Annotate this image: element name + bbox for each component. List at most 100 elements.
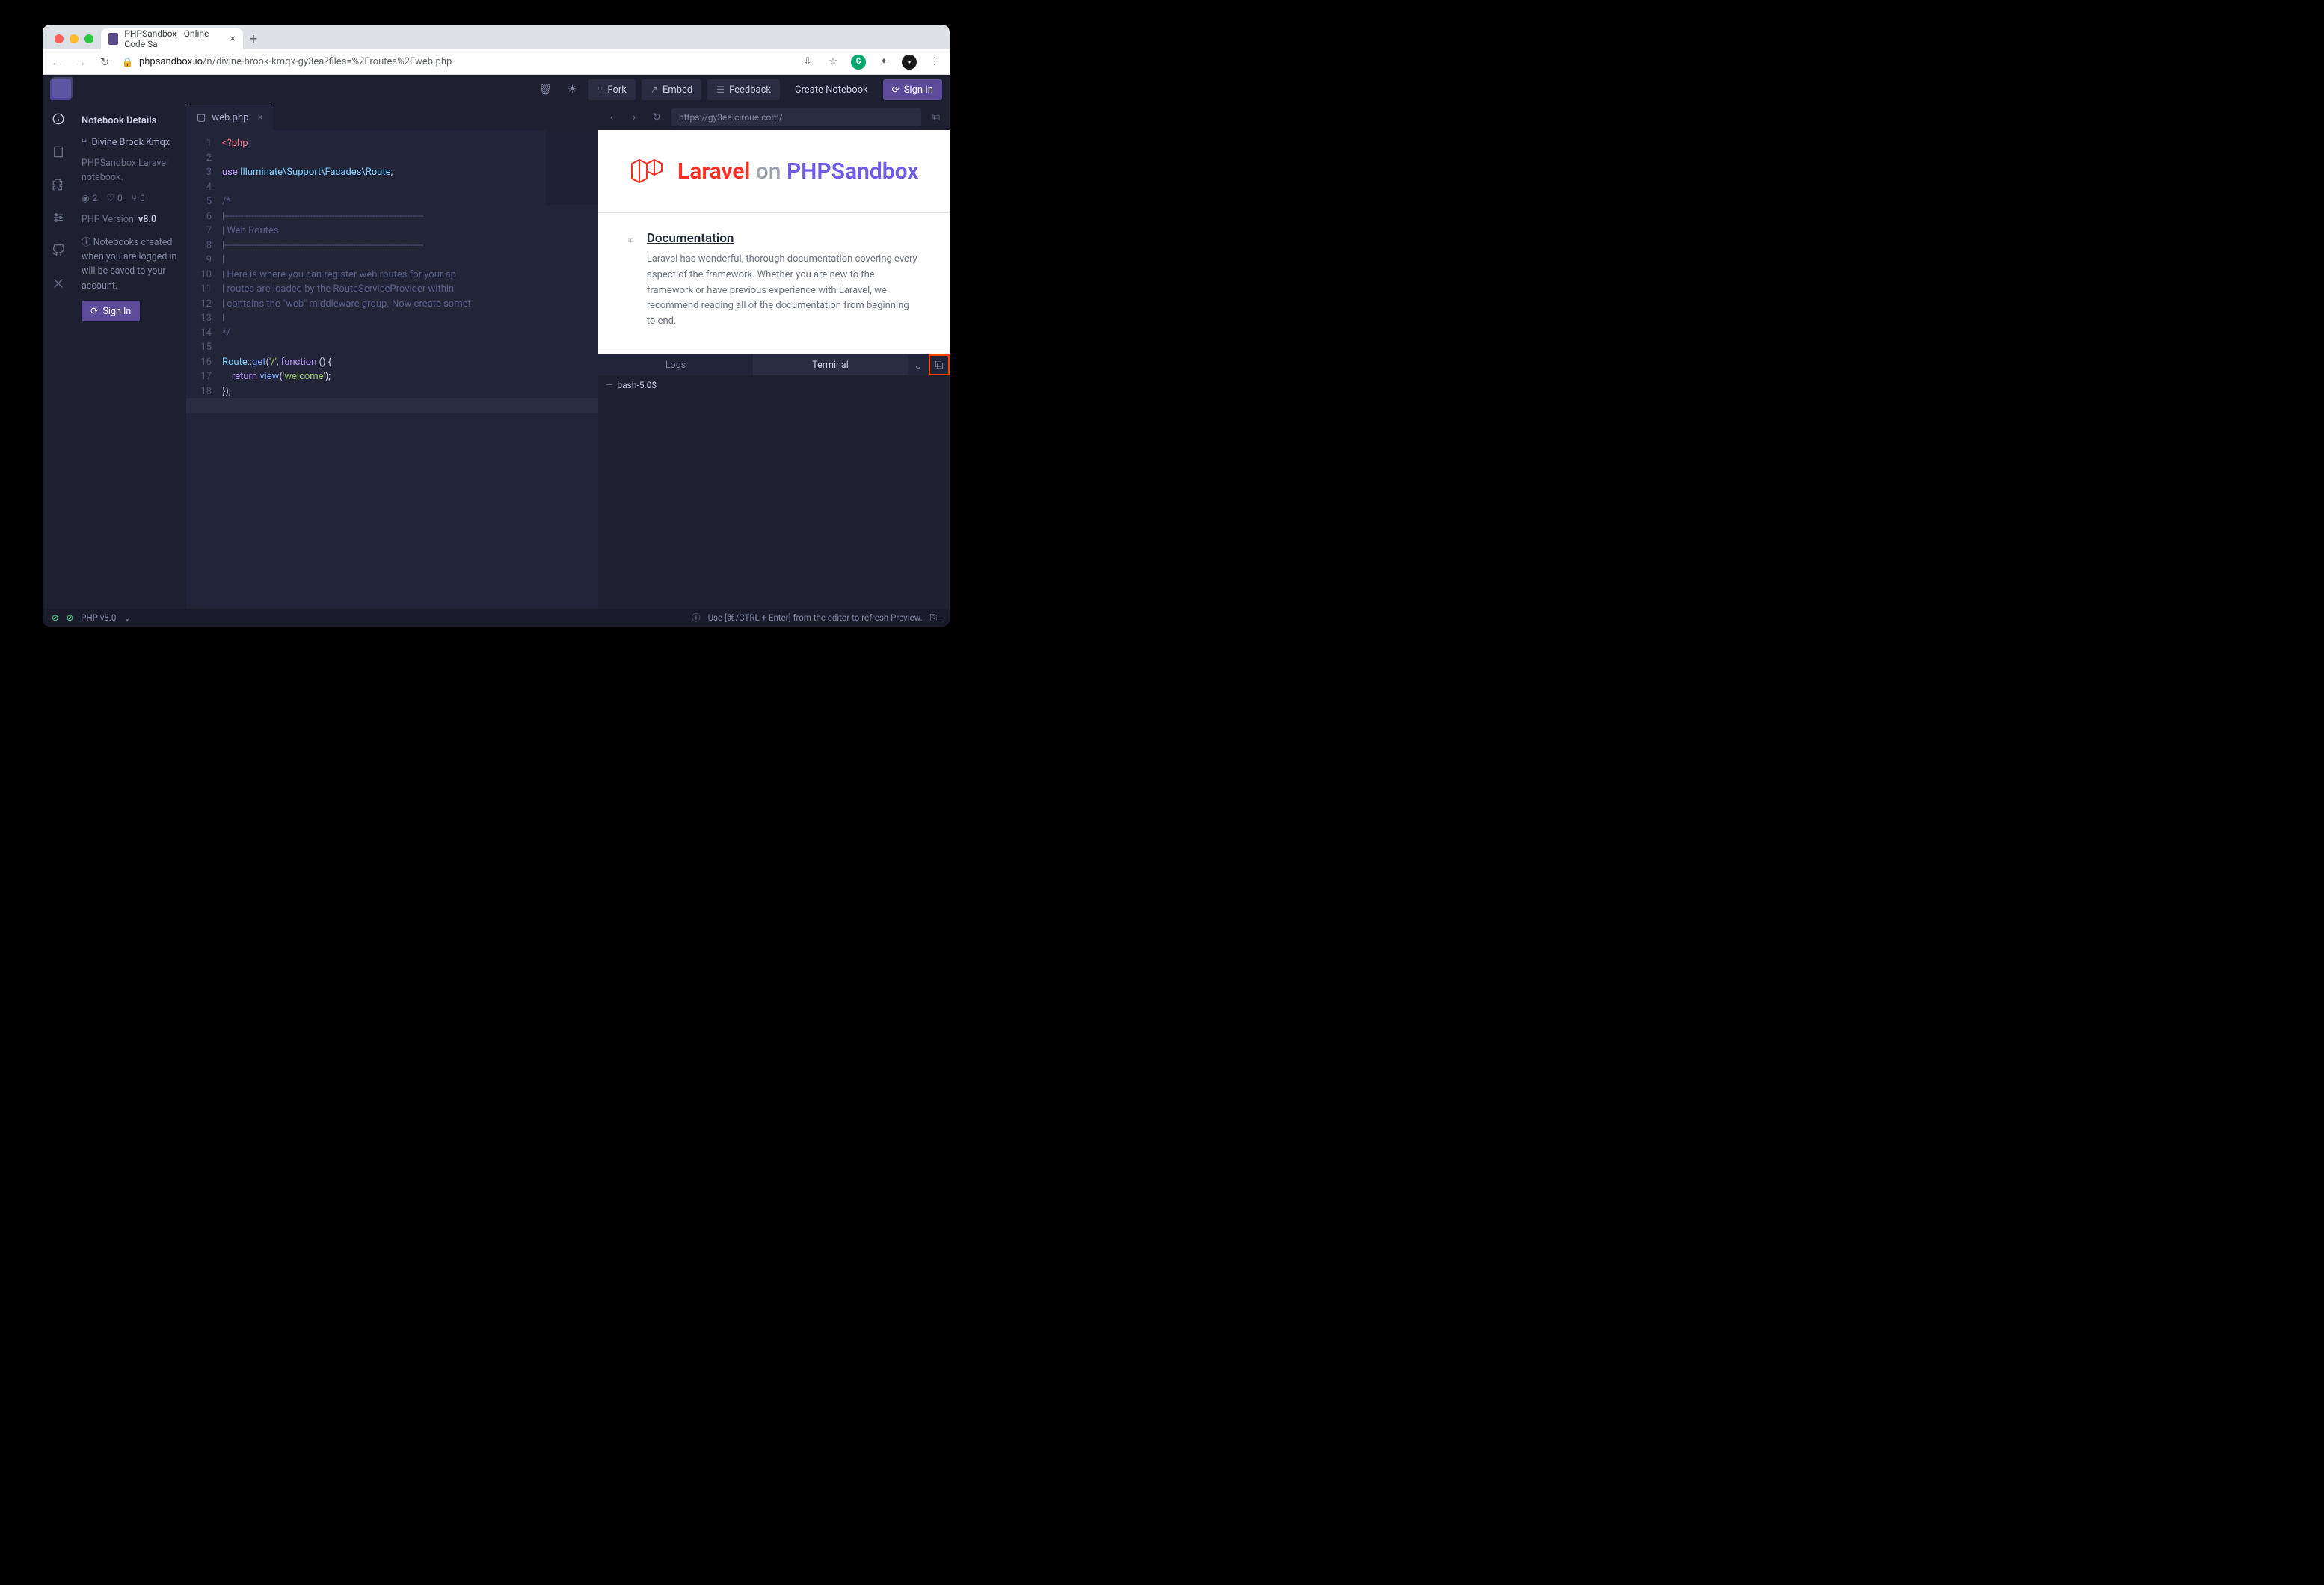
url-field[interactable]: 🔒 phpsandbox.io/n/divine-brook-kmqx-gy3e… [122,56,790,67]
preview-toolbar: ‹ › ↻ https://gy3ea.ciroue.com/ ⧉ [598,105,950,130]
book-icon [628,231,633,250]
terminal-toggle-icon[interactable]: ⎘_ [930,612,941,624]
notebook-desc: PHPSandbox Laravel notebook. [82,157,179,185]
forks-stat: ⑂0 [132,193,145,203]
logs-tab[interactable]: Logs [598,354,753,375]
embed-icon: ↗ [651,84,658,95]
status-php[interactable]: PHP v8.0 [81,612,116,623]
settings-icon[interactable] [50,209,67,226]
notebook-name: ⑂Divine Brook Kmqx [82,137,179,148]
status-hint: Use [⌘/CTRL + Enter] from the editor to … [708,612,923,623]
check2-icon: ⊘ [67,612,74,623]
sidebar: Notebook Details ⑂Divine Brook Kmqx PHPS… [74,105,186,609]
create-notebook-button[interactable]: Create Notebook [786,79,877,100]
favicon-icon [108,33,118,45]
info-small-icon: ⓘ [82,237,91,248]
preview-forward-icon[interactable]: › [627,111,642,123]
browser-tab[interactable]: PHPSandbox - Online Code Sa × [101,28,243,49]
close-tab-icon[interactable]: × [230,33,236,45]
open-external-icon[interactable]: ⧉ [929,111,944,123]
terminal-body[interactable]: —bash-5.0$ [598,375,950,609]
embed-button[interactable]: ↗Embed [642,79,701,100]
terminal-panel: Logs Terminal ⌄ ⧉ —bash-5.0$ [598,354,950,609]
github-icon[interactable] [50,242,67,259]
logo-icon[interactable] [50,79,71,100]
likes-stat: ♡0 [106,193,123,203]
doc-link[interactable]: Documentation [647,231,920,246]
gutter: 12345678910111213141516171819 [186,130,219,609]
preview-pane: ‹ › ↻ https://gy3ea.ciroue.com/ ⧉ Larave… [598,105,950,609]
chevron-down-icon[interactable]: ⌄ [123,612,131,623]
preview-laracasts-section: Laracasts [598,348,950,354]
feedback-button[interactable]: ☰Feedback [707,79,780,100]
sidebar-title: Notebook Details [82,115,179,126]
app-toolbar: 🗑 ☀ ⑂Fork ↗Embed ☰Feedback Create Notebo… [43,75,950,105]
new-tab-button[interactable]: + [243,28,264,49]
back-icon[interactable]: ← [50,55,64,69]
minimize-window-icon[interactable] [70,34,79,43]
laravel-logo-icon [628,153,665,190]
maximize-window-icon[interactable] [84,34,93,43]
lock-icon: 🔒 [122,57,133,67]
editor: ▢ web.php × 1234567891011121314151617181… [186,105,598,609]
terminal-tab[interactable]: Terminal [753,354,908,375]
tab-title: PHPSandbox - Online Code Sa [124,28,224,49]
preview-hero: Laravel on PHPSandbox [598,130,950,212]
status-bar: ⊘ ⊘ PHP v8.0 ⌄ ⓘ Use [⌘/CTRL + Enter] fr… [43,609,950,627]
code-lines[interactable]: <?php use Illuminate\Support\Facades\Rou… [219,130,471,609]
grammarly-icon[interactable]: G [851,55,866,70]
bookmark-icon[interactable]: ☆ [826,55,840,70]
hint-info-icon: ⓘ [692,612,701,624]
preview-doc-section: Documentation Laravel has wonderful, tho… [598,212,950,348]
eye-icon: ◉ [82,193,89,203]
notebook-stats: ◉2 ♡0 ⑂0 [82,193,179,203]
extensions-icon[interactable] [50,176,67,193]
preview-url[interactable]: https://gy3ea.ciroue.com/ [671,108,921,126]
feedback-icon: ☰ [716,84,725,95]
file-icon: ▢ [197,112,206,123]
close-file-icon[interactable]: × [257,112,262,123]
forward-icon[interactable]: → [74,55,87,69]
minimap[interactable] [546,130,598,205]
chrome-tabbar: PHPSandbox - Online Code Sa × + [43,25,950,49]
login-note: ⓘ Notebooks created when you are logged … [82,236,179,294]
address-bar: ← → ↻ 🔒 phpsandbox.io/n/divine-brook-kmq… [43,49,950,75]
sidebar-signin-button[interactable]: ⟳Sign In [82,301,140,321]
editor-tab[interactable]: ▢ web.php × [186,105,273,130]
editor-tabs: ▢ web.php × [186,105,598,130]
menu-icon[interactable]: ⋮ [927,55,942,70]
signin-button[interactable]: ⟳Sign In [883,79,942,100]
install-icon[interactable]: ⇩ [800,55,815,70]
info-icon[interactable] [50,111,67,127]
php-version: PHP Version: v8.0 [82,214,179,225]
preview-back-icon[interactable]: ‹ [604,111,619,123]
terminal-collapse-icon[interactable]: ⌄ [908,354,929,375]
doc-text: Laravel has wonderful, thorough document… [647,252,920,330]
terminal-prompt: bash-5.0$ [617,380,657,390]
close-window-icon[interactable] [55,34,64,43]
preview-hero-text: Laravel on PHPSandbox [677,158,918,185]
fork-button[interactable]: ⑂Fork [588,79,636,100]
extensions-icon[interactable]: ✦ [876,55,891,70]
profile-icon[interactable]: ● [902,55,917,70]
preview-reload-icon[interactable]: ↻ [649,111,664,123]
theme-icon[interactable]: ☀ [562,79,582,100]
views-stat: ◉2 [82,193,97,203]
browser-window: PHPSandbox - Online Code Sa × + ← → ↻ 🔒 … [43,25,950,627]
tools-icon[interactable] [50,275,67,292]
traffic-lights [50,34,101,49]
terminal-tabs: Logs Terminal ⌄ ⧉ [598,354,950,375]
heart-icon: ♡ [106,193,114,203]
app: 🗑 ☀ ⑂Fork ↗Embed ☰Feedback Create Notebo… [43,75,950,627]
terminal-popout-icon[interactable]: ⧉ [929,354,950,375]
check-icon: ⊘ [52,612,59,623]
fork-icon: ⑂ [597,84,603,95]
reload-icon[interactable]: ↻ [98,55,111,69]
code-area[interactable]: 12345678910111213141516171819 <?php use … [186,130,598,609]
preview-content: Laravel on PHPSandbox Documentation Lara… [598,130,950,354]
fork-stat-icon: ⑂ [132,193,137,203]
package-icon[interactable]: 🗑 [535,79,556,100]
notebook-icon: ⑂ [82,137,87,148]
signin-small-icon: ⟳ [90,305,98,317]
files-icon[interactable] [50,144,67,160]
